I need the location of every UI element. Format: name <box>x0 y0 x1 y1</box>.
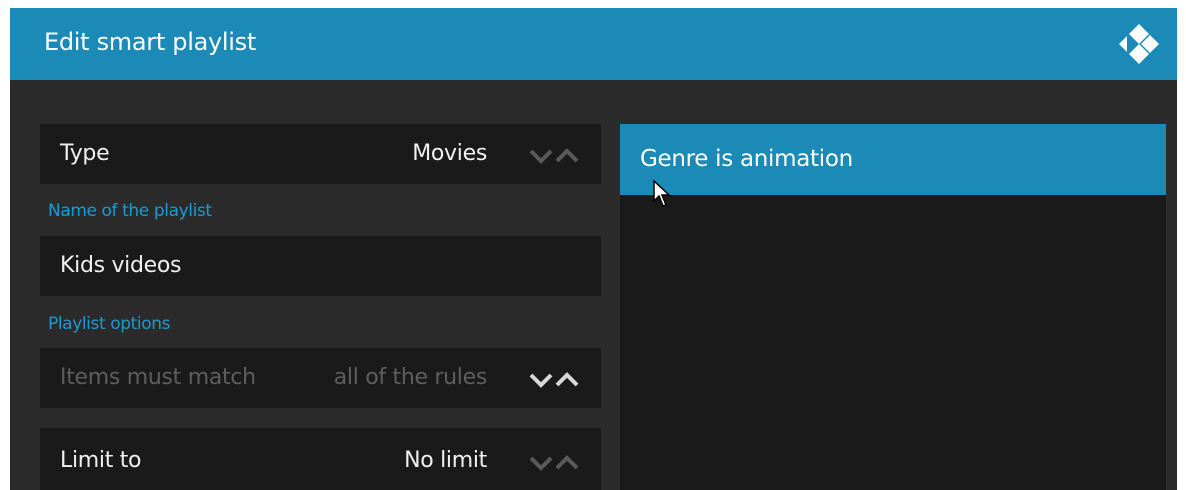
options-section-label: Playlist options <box>48 314 171 334</box>
rule-label: Genre is animation <box>640 146 853 172</box>
type-value: Movies <box>412 141 487 166</box>
edit-smart-playlist-dialog: Edit smart playlist Type Movies Name of … <box>10 8 1177 490</box>
limit-value: No limit <box>404 448 487 473</box>
dialog-header: Edit smart playlist <box>10 8 1177 80</box>
rules-list: Genre is animation <box>620 124 1166 490</box>
limit-row[interactable]: Limit to No limit <box>40 428 601 490</box>
type-label: Type <box>60 141 110 166</box>
match-row[interactable]: Items must match all of the rules <box>40 348 601 408</box>
kodi-logo-icon <box>1119 24 1159 64</box>
spinner-down-up-icon[interactable] <box>529 146 581 166</box>
spinner-down-up-icon[interactable] <box>529 370 581 390</box>
playlist-name-field[interactable]: Kids videos <box>40 236 601 296</box>
type-row[interactable]: Type Movies <box>40 124 601 184</box>
spinner-down-up-icon[interactable] <box>529 453 581 473</box>
match-value: all of the rules <box>333 365 488 390</box>
match-label: Items must match <box>60 365 256 390</box>
mouse-cursor-icon <box>653 180 671 207</box>
dialog-title: Edit smart playlist <box>44 28 256 56</box>
limit-label: Limit to <box>60 448 142 473</box>
rule-item-selected[interactable]: Genre is animation <box>620 124 1166 195</box>
name-section-label: Name of the playlist <box>48 201 212 221</box>
playlist-name-value: Kids videos <box>60 253 182 278</box>
